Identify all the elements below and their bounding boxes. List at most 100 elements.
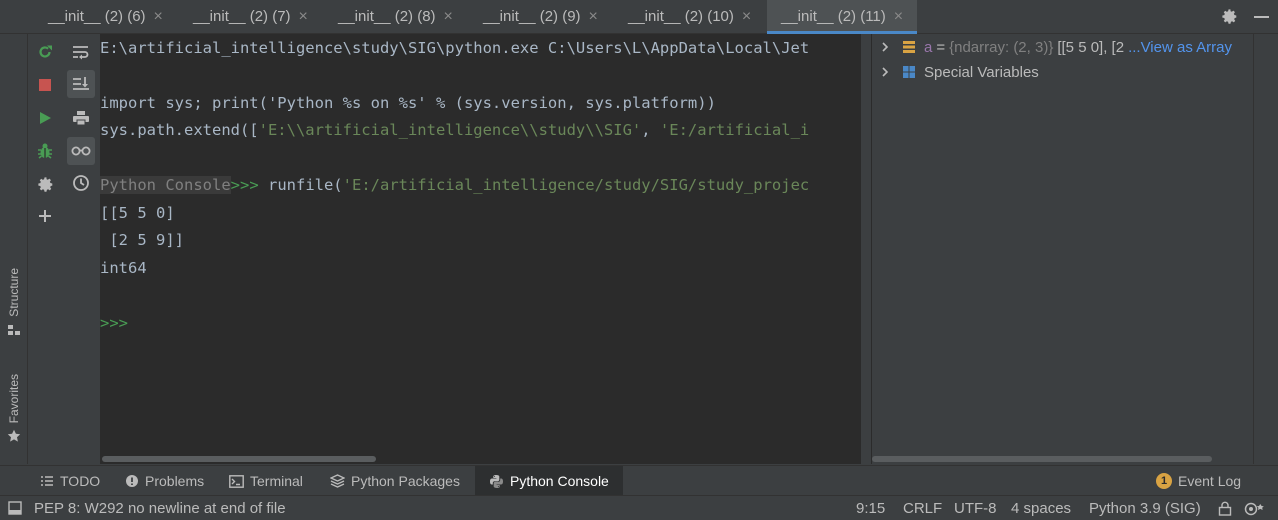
scrollbar-thumb[interactable] bbox=[872, 456, 1212, 462]
python-console-output[interactable]: E:\artificial_intelligence\study\SIG\pyt… bbox=[100, 34, 860, 464]
structure-icon bbox=[7, 323, 21, 339]
code-text: , bbox=[641, 121, 660, 139]
toggle-tool-windows-icon[interactable] bbox=[8, 496, 22, 520]
rerun-icon[interactable] bbox=[31, 38, 59, 66]
variable-row-a[interactable]: a = {ndarray: (2, 3)} [[5 5 0], [2 ...Vi… bbox=[872, 35, 1272, 59]
python-console-tool-button[interactable]: Python Console bbox=[475, 466, 623, 496]
variable-name: a bbox=[924, 38, 933, 56]
status-bar: PEP 8: W292 no newline at end of file 9:… bbox=[0, 495, 1278, 520]
minimize-icon[interactable] bbox=[1244, 0, 1278, 33]
tab-init-10[interactable]: __init__ (2) (10) × bbox=[628, 0, 751, 33]
tab-init-11[interactable]: __init__ (2) (11) × bbox=[767, 0, 918, 34]
list-icon bbox=[40, 475, 54, 487]
caret-position[interactable]: 9:15 bbox=[856, 496, 885, 520]
event-log-tool-button[interactable]: 1 Event Log bbox=[1156, 466, 1241, 496]
gear-icon[interactable] bbox=[1214, 0, 1244, 33]
line-separator[interactable]: CRLF bbox=[903, 496, 942, 520]
tab-init-8[interactable]: __init__ (2) (8) × bbox=[338, 0, 453, 33]
print-icon[interactable] bbox=[67, 104, 95, 132]
favorites-label: Favorites bbox=[7, 374, 21, 424]
console-horizontal-scrollbar[interactable] bbox=[100, 454, 860, 464]
close-icon[interactable]: × bbox=[299, 8, 308, 26]
python-packages-tool-button[interactable]: Python Packages bbox=[330, 466, 460, 496]
tool-label: Terminal bbox=[250, 473, 303, 489]
panel-divider bbox=[1253, 34, 1254, 464]
editor-tab-bar: __init__ (2) (6) × __init__ (2) (7) × __… bbox=[0, 0, 1278, 34]
panel-splitter[interactable] bbox=[860, 34, 872, 464]
favorites-tool-button[interactable]: Favorites bbox=[2, 374, 26, 446]
tool-label: Python Console bbox=[510, 473, 609, 489]
problems-tool-button[interactable]: Problems bbox=[125, 466, 204, 496]
console-view-toolbar bbox=[65, 34, 97, 464]
stop-icon[interactable] bbox=[31, 71, 59, 99]
bottom-tool-window-bar: TODO Problems Terminal Python Packages P… bbox=[0, 465, 1278, 496]
add-icon[interactable] bbox=[31, 202, 59, 230]
console-output-line: [[5 5 0] bbox=[100, 204, 175, 222]
console-output-line: int64 bbox=[100, 259, 147, 277]
terminal-tool-button[interactable]: Terminal bbox=[229, 466, 303, 496]
left-tool-strip: Structure Favorites bbox=[0, 34, 28, 464]
special-variables-icon bbox=[898, 65, 920, 79]
todo-tool-button[interactable]: TODO bbox=[40, 466, 100, 496]
special-variables-row[interactable]: Special Variables bbox=[872, 60, 1272, 84]
array-variable-icon bbox=[898, 40, 920, 54]
tool-label: Python Packages bbox=[351, 473, 460, 489]
structure-tool-button[interactable]: Structure bbox=[2, 268, 26, 339]
indent-setting[interactable]: 4 spaces bbox=[1011, 496, 1071, 520]
event-count-badge: 1 bbox=[1156, 473, 1172, 489]
tool-label: Event Log bbox=[1178, 473, 1242, 489]
close-icon[interactable]: × bbox=[444, 8, 453, 26]
tab-init-9[interactable]: __init__ (2) (9) × bbox=[483, 0, 598, 33]
console-output-line: [2 5 9]] bbox=[100, 231, 184, 249]
code-string: 'E:\\artificial_intelligence\\study\\SIG… bbox=[258, 121, 642, 139]
variables-horizontal-scrollbar[interactable] bbox=[872, 454, 1278, 464]
debug-icon[interactable] bbox=[31, 137, 59, 165]
scrollbar-thumb[interactable] bbox=[102, 456, 376, 462]
star-icon bbox=[7, 429, 21, 446]
console-line-runfile: Python Console>>> runfile('E:/artificial… bbox=[100, 173, 809, 197]
console-input-prompt[interactable]: >>> bbox=[100, 311, 128, 335]
history-icon[interactable] bbox=[67, 169, 95, 197]
tab-init-7[interactable]: __init__ (2) (7) × bbox=[193, 0, 308, 33]
show-variables-icon[interactable] bbox=[67, 137, 95, 165]
status-message[interactable]: PEP 8: W292 no newline at end of file bbox=[34, 496, 286, 520]
tab-label: __init__ (2) (10) bbox=[628, 8, 734, 25]
structure-label: Structure bbox=[7, 268, 21, 317]
problems-icon bbox=[125, 474, 139, 488]
special-variables-label: Special Variables bbox=[924, 63, 1039, 81]
run-icon[interactable] bbox=[31, 104, 59, 132]
scroll-to-end-icon[interactable] bbox=[67, 70, 95, 98]
variable-value: [[5 5 0], [2 bbox=[1057, 38, 1125, 56]
tabbar-actions bbox=[1214, 0, 1278, 33]
chevron-right-icon[interactable] bbox=[872, 66, 898, 78]
tab-label: __init__ (2) (7) bbox=[193, 8, 291, 25]
chevron-right-icon[interactable] bbox=[872, 41, 898, 53]
python-interpreter[interactable]: Python 3.9 (SIG) bbox=[1089, 496, 1201, 520]
tool-label: TODO bbox=[60, 473, 101, 489]
prompt-arrows: >>> bbox=[230, 176, 259, 194]
terminal-icon bbox=[229, 474, 244, 488]
tab-label: __init__ (2) (6) bbox=[48, 8, 146, 25]
console-line-syspath: sys.path.extend(['E:\\artificial_intelli… bbox=[100, 118, 809, 142]
close-icon[interactable]: × bbox=[154, 8, 163, 26]
file-encoding[interactable]: UTF-8 bbox=[954, 496, 997, 520]
close-icon[interactable]: × bbox=[589, 8, 598, 26]
variables-panel: a = {ndarray: (2, 3)} [[5 5 0], [2 ...Vi… bbox=[872, 34, 1278, 464]
tab-label: __init__ (2) (11) bbox=[781, 8, 886, 25]
code-text: sys.path.extend([ bbox=[100, 121, 259, 139]
tab-init-6[interactable]: __init__ (2) (6) × bbox=[48, 0, 163, 33]
packages-icon bbox=[330, 474, 345, 488]
console-line-import: import sys; print('Python %s on %s' % (s… bbox=[100, 94, 716, 112]
console-line-interpreter: E:\artificial_intelligence\study\SIG\pyt… bbox=[100, 39, 810, 57]
close-icon[interactable]: × bbox=[894, 8, 903, 26]
code-string: 'E:/artificial_intelligence/study/SIG/st… bbox=[342, 176, 810, 194]
soft-wrap-icon[interactable] bbox=[67, 38, 95, 66]
code-string: 'E:/artificial_i bbox=[659, 121, 810, 139]
settings-icon[interactable] bbox=[31, 170, 59, 198]
lock-icon[interactable] bbox=[1218, 496, 1232, 520]
variable-type: {ndarray: (2, 3)} bbox=[949, 38, 1054, 56]
view-as-array-link[interactable]: ...View as Array bbox=[1128, 39, 1232, 56]
close-icon[interactable]: × bbox=[742, 8, 751, 26]
inspector-icon[interactable] bbox=[1244, 496, 1266, 520]
console-actions-toolbar bbox=[29, 34, 61, 464]
